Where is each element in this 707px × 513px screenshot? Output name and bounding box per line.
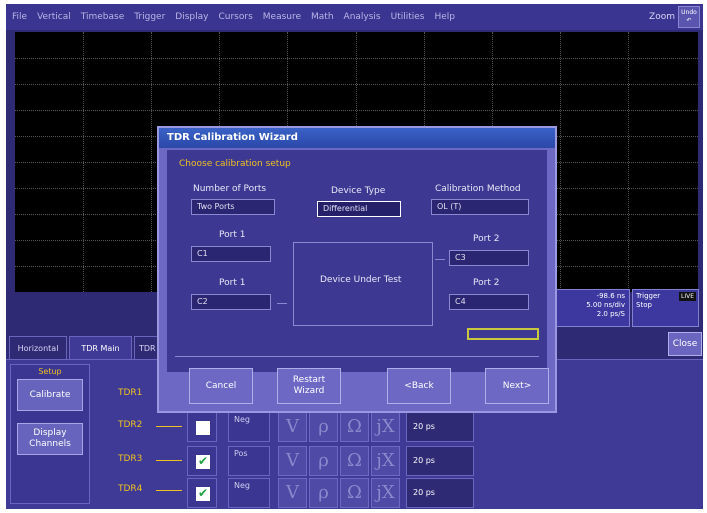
tdr4-enable[interactable]: ✔ — [187, 478, 217, 508]
next-button[interactable]: Next> — [485, 368, 549, 404]
port1-top-select[interactable]: C1 — [191, 246, 271, 262]
port2-wire — [435, 259, 445, 260]
tdr2-voltage-button[interactable]: V — [278, 412, 307, 442]
restart-wizard-label-line1: Restart — [292, 375, 326, 385]
calibration-progress-bar — [467, 328, 539, 340]
menu-trigger[interactable]: Trigger — [134, 12, 165, 22]
port2-top-select[interactable]: C3 — [449, 250, 529, 266]
grid-line — [83, 32, 84, 292]
tdr4-voltage-button[interactable]: V — [278, 478, 307, 508]
tdr3-ohm-button[interactable]: Ω — [340, 446, 369, 476]
zoom-button[interactable]: Zoom — [649, 12, 675, 22]
timebase-delay: -98.6 ns — [596, 292, 625, 300]
timebase-sample-rate: 2.0 ps/S — [596, 310, 625, 318]
tdr4-ohm-button[interactable]: Ω — [340, 478, 369, 508]
undo-icon: ↶ — [686, 17, 692, 24]
tdr3-risetime-field[interactable]: 20 ps — [406, 446, 474, 476]
menu-math[interactable]: Math — [311, 12, 334, 22]
display-channels-button[interactable]: Display Channels — [17, 423, 83, 455]
number-of-ports-label: Number of Ports — [193, 184, 267, 194]
port2-top-label: Port 2 — [473, 234, 500, 244]
port1-wire — [277, 303, 287, 304]
grid-line — [151, 32, 152, 292]
tdr3-polarity[interactable]: Pos — [228, 446, 270, 476]
trigger-badge: LIVE — [678, 292, 696, 301]
tdr2-ohm-button[interactable]: Ω — [340, 412, 369, 442]
menu-cursors[interactable]: Cursors — [218, 12, 252, 22]
dialog-body: Choose calibration setup Number of Ports… — [167, 150, 549, 404]
setup-group: Setup Calibrate Display Channels — [10, 364, 90, 504]
tdr4-checkbox[interactable]: ✔ — [196, 487, 210, 501]
setup-title: Setup — [38, 367, 62, 376]
tdr4-reactance-button[interactable]: jX — [371, 478, 400, 508]
tdr3-checkbox[interactable]: ✔ — [196, 455, 210, 469]
grid-line — [560, 32, 561, 292]
tdr3-enable[interactable]: ✔ — [187, 446, 217, 476]
calibration-method-select[interactable]: OL (T) — [431, 199, 529, 215]
tdr4-risetime-field[interactable]: 20 ps — [406, 478, 474, 508]
tdr4-connector — [156, 490, 182, 491]
tdr2-label: TDR2 — [118, 420, 143, 430]
tab-tdr-main[interactable]: TDR Main — [69, 336, 132, 360]
device-under-test-label: Device Under Test — [320, 275, 402, 285]
choose-setup-label: Choose calibration setup — [179, 159, 291, 169]
tdr4-label: TDR4 — [118, 484, 143, 494]
restart-wizard-button[interactable]: Restart Wizard — [277, 368, 341, 404]
timebase-readout[interactable]: -98.6 ns 5.00 ns/div 2.0 ps/S — [550, 289, 630, 327]
tdr3-connector — [156, 460, 182, 461]
display-channels-label-line1: Display — [33, 428, 67, 438]
port2-bottom-select[interactable]: C4 — [449, 294, 529, 310]
tdr1-label: TDR1 — [118, 388, 143, 398]
menu-utilities[interactable]: Utilities — [391, 12, 425, 22]
tdr2-enable[interactable] — [187, 412, 217, 442]
menu-timebase[interactable]: Timebase — [81, 12, 124, 22]
oscilloscope-app: File Vertical Timebase Trigger Display C… — [6, 4, 703, 509]
dialog-title[interactable]: TDR Calibration Wizard — [159, 128, 555, 148]
tdr3-label: TDR3 — [118, 454, 143, 464]
calibration-method-label: Calibration Method — [435, 184, 521, 194]
tdr4-polarity[interactable]: Neg — [228, 478, 270, 508]
menu-analysis[interactable]: Analysis — [344, 12, 381, 22]
tab-horizontal[interactable]: Horizontal — [9, 336, 67, 360]
tdr2-polarity[interactable]: Neg — [228, 412, 270, 442]
menu-measure[interactable]: Measure — [263, 12, 301, 22]
port1-bottom-label: Port 1 — [219, 278, 246, 288]
trigger-mode: Stop — [636, 301, 652, 309]
device-type-select[interactable]: Differential — [317, 201, 401, 217]
close-button[interactable]: Close — [668, 332, 702, 356]
tdr3-reactance-button[interactable]: jX — [371, 446, 400, 476]
tdr3-rho-button[interactable]: ρ — [309, 446, 338, 476]
menu-vertical[interactable]: Vertical — [37, 12, 71, 22]
undo-label: Undo — [681, 9, 697, 16]
menu-bar: File Vertical Timebase Trigger Display C… — [6, 4, 703, 30]
device-type-label: Device Type — [331, 186, 386, 196]
port1-top-label: Port 1 — [219, 230, 246, 240]
dialog-divider — [175, 356, 539, 357]
calibrate-button[interactable]: Calibrate — [17, 379, 83, 411]
tdr2-risetime-field[interactable]: 20 ps — [406, 412, 474, 442]
tdr4-rho-button[interactable]: ρ — [309, 478, 338, 508]
tdr2-checkbox[interactable] — [196, 421, 210, 435]
device-under-test-box: Device Under Test — [293, 242, 433, 326]
display-channels-label-line2: Channels — [29, 439, 71, 449]
timebase-scale: 5.00 ns/div — [586, 301, 625, 309]
menu-file[interactable]: File — [12, 12, 27, 22]
menu-help[interactable]: Help — [435, 12, 456, 22]
restart-wizard-label-line2: Wizard — [293, 386, 325, 396]
undo-button[interactable]: Undo ↶ — [678, 6, 700, 28]
trigger-readout[interactable]: Trigger Stop LIVE — [632, 289, 699, 327]
tdr2-connector — [156, 426, 182, 427]
tdr3-voltage-button[interactable]: V — [278, 446, 307, 476]
tdr-calibration-wizard-dialog: TDR Calibration Wizard Choose calibratio… — [157, 126, 557, 413]
back-button[interactable]: <Back — [387, 368, 451, 404]
menu-display[interactable]: Display — [175, 12, 208, 22]
port1-bottom-select[interactable]: C2 — [191, 294, 271, 310]
number-of-ports-select[interactable]: Two Ports — [191, 199, 275, 215]
tdr2-rho-button[interactable]: ρ — [309, 412, 338, 442]
tdr2-reactance-button[interactable]: jX — [371, 412, 400, 442]
port2-bottom-label: Port 2 — [473, 278, 500, 288]
grid-line — [628, 32, 629, 292]
cancel-button[interactable]: Cancel — [189, 368, 253, 404]
